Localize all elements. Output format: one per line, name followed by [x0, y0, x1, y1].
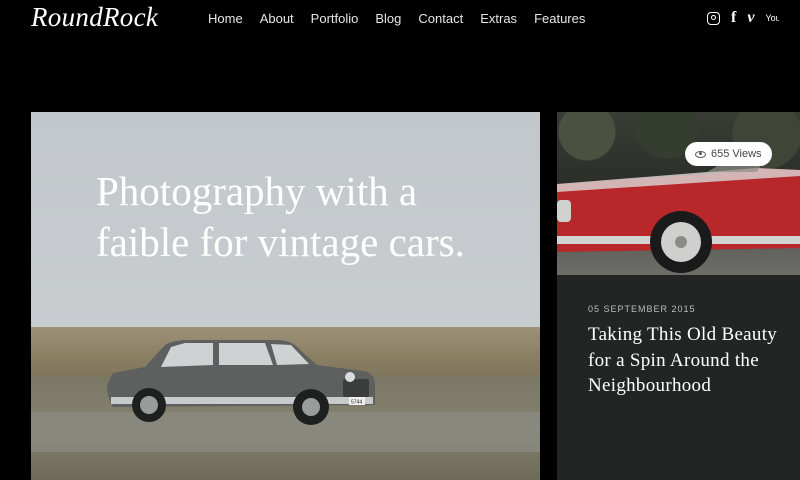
featured-post-card[interactable]: 655 Views 05 SEPTEMBER 2015 Taking This … — [557, 112, 800, 480]
nav-item-about[interactable]: About — [260, 11, 294, 26]
hero-headline: Photography with a faible for vintage ca… — [96, 168, 465, 265]
nav-item-extras[interactable]: Extras — [480, 11, 517, 26]
nav-item-features[interactable]: Features — [534, 11, 585, 26]
license-plate: 5744 — [351, 400, 362, 406]
facebook-icon[interactable]: f — [731, 9, 736, 27]
nav-item-contact[interactable]: Contact — [418, 11, 463, 26]
grey-vintage-car-image: 5744 — [107, 340, 375, 425]
site-header: RoundRock Home About Portfolio Blog Cont… — [0, 0, 800, 40]
views-badge: 655 Views — [685, 142, 772, 166]
views-count: 655 Views — [711, 148, 762, 160]
youtube-icon[interactable]: You — [765, 13, 779, 24]
nav-item-blog[interactable]: Blog — [375, 11, 401, 26]
instagram-icon[interactable] — [707, 11, 720, 25]
post-date: 05 SEPTEMBER 2015 — [588, 304, 696, 314]
post-title[interactable]: Taking This Old Beauty for a Spin Around… — [588, 322, 788, 399]
site-logo[interactable]: RoundRock — [31, 2, 158, 33]
main-nav: Home About Portfolio Blog Contact Extras… — [208, 11, 602, 26]
nav-item-home[interactable]: Home — [208, 11, 243, 26]
hero-card[interactable]: Photography with a faible for vintage ca… — [31, 112, 540, 480]
vimeo-icon[interactable]: v — [747, 9, 754, 27]
social-links: f v You — [707, 9, 779, 27]
eye-icon — [695, 150, 706, 158]
nav-item-portfolio[interactable]: Portfolio — [311, 11, 359, 26]
